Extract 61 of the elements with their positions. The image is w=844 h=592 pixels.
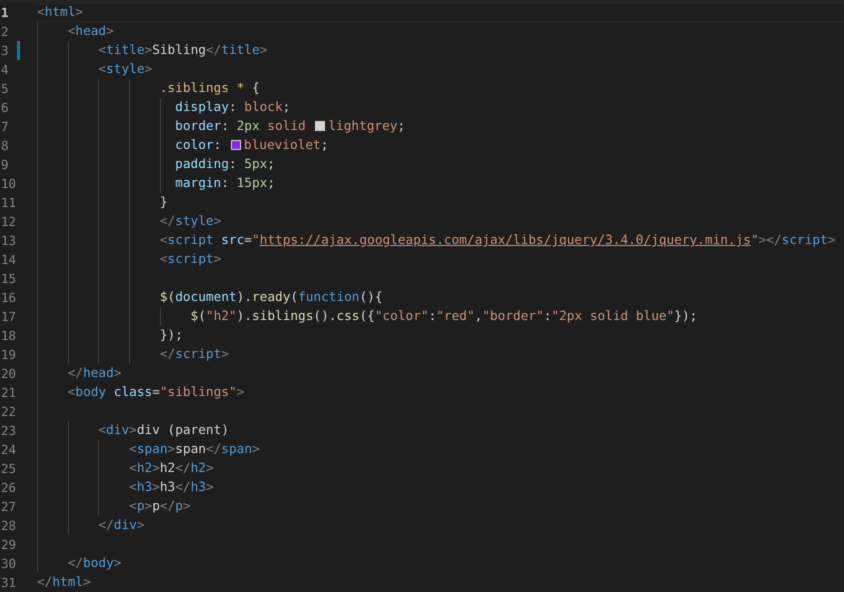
line-number: 9	[0, 156, 9, 174]
code-line: </body>	[68, 556, 122, 571]
line-number: 2	[0, 23, 9, 41]
line-number: 15	[0, 270, 16, 288]
code-line: <title>Sibling</title>	[98, 43, 268, 58]
line-number: 11	[0, 194, 16, 212]
line-number: 23	[0, 422, 16, 440]
code-line: </head>	[68, 366, 122, 381]
line-number: 26	[0, 479, 16, 497]
line-number: 1	[0, 4, 9, 22]
code-line: <h2>h2</h2>	[129, 461, 214, 476]
line-number: 19	[0, 346, 16, 364]
code-line: <h3>h3</h3>	[129, 480, 214, 495]
line-number: 6	[0, 99, 9, 117]
code-text: color:	[175, 138, 222, 153]
line-number: 10	[0, 175, 16, 193]
code-line: display: block;	[175, 100, 290, 115]
code-line: <p>p</p>	[129, 499, 191, 514]
code-line: <span>span</span>	[129, 442, 260, 457]
line-number: 17	[0, 308, 16, 326]
line-number: 4	[0, 61, 9, 79]
code-line: <html>	[37, 5, 84, 20]
line-number: 8	[0, 137, 9, 155]
code-text: border: 2px solid	[175, 119, 307, 134]
line-number: 14	[0, 251, 16, 269]
line-number: 5	[0, 80, 9, 98]
code-line: $("h2").siblings().css({"color":"red","border":"2px solid blue"});	[190, 309, 698, 324]
code-line: }	[160, 195, 168, 210]
code-line: });	[160, 328, 183, 343]
code-line: padding: 5px;	[175, 157, 275, 172]
code-text: blueviolet;	[244, 138, 328, 153]
line-number: 24	[0, 441, 16, 459]
line-number: 20	[0, 365, 16, 383]
code-line: .siblings * {	[160, 81, 260, 96]
line-number: 16	[0, 289, 16, 307]
line-number: 13	[0, 232, 16, 250]
code-line: <script src="https://ajax.googleapis.com/ajax/libs/jquery/3.4.0/jquery.min.js"></script>	[160, 233, 836, 248]
line-number: 30	[0, 555, 16, 573]
code-line: <div>div (parent)	[98, 423, 229, 438]
line-number: 27	[0, 498, 16, 516]
code-text: lightgrey;	[328, 119, 406, 134]
line-number: 31	[0, 574, 16, 592]
code-line: </html>	[37, 575, 91, 590]
code-line: <body class="siblings">	[68, 385, 244, 400]
code-line: <style>	[98, 62, 152, 77]
line-number: 12	[0, 213, 16, 231]
code-line: </div>	[98, 518, 144, 533]
line-number: 3	[0, 42, 9, 60]
line-number: 22	[0, 403, 16, 421]
line-number: 7	[0, 118, 9, 136]
line-number: 18	[0, 327, 16, 345]
line-number: 21	[0, 384, 16, 402]
code-line: </script>	[160, 347, 229, 362]
line-number: 25	[0, 460, 16, 478]
code-line: $(document).ready(function(){	[160, 290, 383, 305]
code-line: margin: 15px;	[175, 176, 275, 191]
code-line: </style>	[160, 214, 222, 229]
code-line: <head>	[68, 24, 114, 39]
line-number: 28	[0, 517, 16, 535]
line-number: 29	[0, 536, 16, 554]
code-line: <script>	[160, 252, 222, 267]
